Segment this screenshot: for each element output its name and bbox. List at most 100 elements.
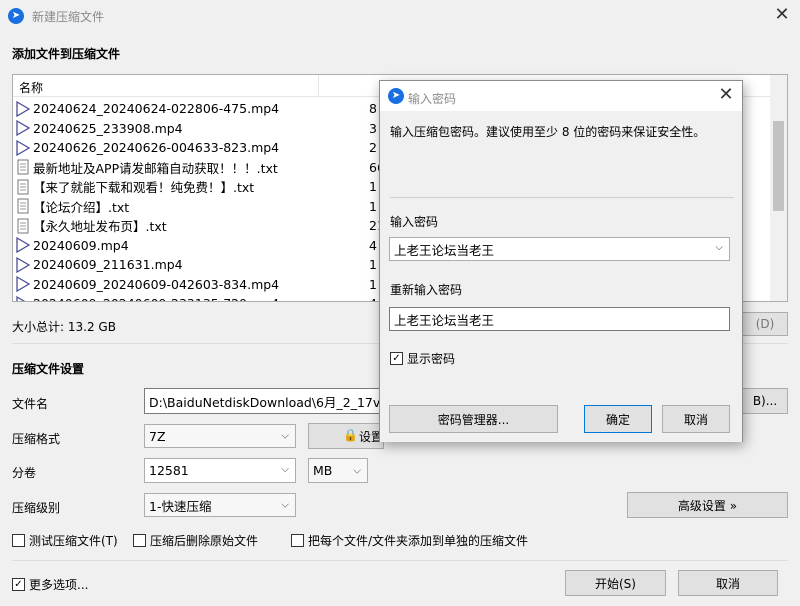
list-item[interactable]: 20240609_211631.mp4 1 [15,255,405,275]
password-manager-button[interactable]: 密码管理器... [389,405,558,433]
file-size: 1 [369,276,377,292]
split-size-input[interactable]: 12581 ⌵ [144,458,296,483]
start-button[interactable]: 开始(S) [565,570,666,596]
text-file-icon [15,179,31,195]
test-archive-checkbox[interactable] [12,534,25,547]
chevron-down-icon: ⌵ [353,465,361,476]
browse-button[interactable]: B)... [742,388,788,414]
divider [12,560,788,561]
video-file-icon [15,100,31,117]
list-item[interactable]: 20240609.mp4 4 [15,236,405,256]
column-separator [318,75,319,97]
separate-archives-checkbox[interactable] [291,534,304,547]
video-file-icon [15,276,31,293]
dialog-description-area: 输入压缩包密码。建议使用至少 8 位的密码来保证安全性。 [380,111,742,211]
text-file-icon [15,218,31,234]
file-name: 【论坛介绍】.txt [33,199,130,215]
column-name-header[interactable]: 名称 [19,79,43,96]
add-files-heading: 添加文件到压缩文件 [12,47,121,61]
file-list-scrollbar[interactable] [770,75,787,301]
password-dialog: ➤ 输入密码 ✕ 输入压缩包密码。建议使用至少 8 位的密码来保证安全性。 输入… [379,80,743,442]
file-size: 4 [369,296,377,301]
format-label: 压缩格式 [12,432,61,446]
list-item[interactable]: 20240624_20240624-022806-475.mp4 8 [15,99,405,119]
dialog-cancel-button[interactable]: 取消 [662,405,730,433]
file-name: 20240609_20240609-042603-834.mp4 [33,276,280,292]
close-icon[interactable]: ✕ [716,86,736,106]
confirm-password-label: 重新输入密码 [390,283,463,297]
list-item[interactable]: 20240626_20240626-004633-823.mp4 2 [15,138,405,158]
dialog-title-bar: ➤ 输入密码 ✕ [380,81,742,111]
file-size: 1 [369,179,377,195]
file-size: 3 [369,120,377,136]
file-name: 【永久地址发布页】.txt [33,219,167,235]
list-item[interactable]: 【永久地址发布页】.txt 21 [15,216,405,236]
show-password-option[interactable]: ✓ 显示密码 [390,350,455,367]
set-password-button[interactable]: 🔒 设置 [308,423,384,449]
split-label: 分卷 [12,466,37,480]
password-input[interactable]: 上老王论坛当老王 ⌵ [389,237,730,261]
title-bar: ➤ 新建压缩文件 ✕ [0,0,800,32]
delete-button[interactable]: (D) [742,312,788,336]
password-value: 上老王论坛当老王 [394,242,495,258]
list-item[interactable]: 最新地址及APP请发邮箱自动获取！！！.txt 66 [15,158,405,178]
divider [390,197,734,198]
level-label: 压缩级别 [12,501,61,515]
file-name: 20240609.mp4 [33,237,129,253]
video-file-icon [15,256,31,273]
format-select[interactable]: 7Z ⌵ [144,424,296,448]
filename-input[interactable]: D:\BaiduNetdiskDownload\6月_2_17v\6 [144,388,384,414]
delete-after-option[interactable]: 压缩后删除原始文件 [133,532,258,549]
settings-heading: 压缩文件设置 [12,362,85,376]
file-name: 【来了就能下载和观看！纯免费！】.txt [33,180,255,196]
level-select[interactable]: 1-快速压缩 ⌵ [144,493,296,517]
file-name: 20240609_211631.mp4 [33,257,183,273]
test-archive-label: 测试压缩文件(T) [29,534,118,548]
app-logo-icon: ➤ [8,8,24,24]
app-logo-icon: ➤ [388,88,404,104]
test-archive-option[interactable]: 测试压缩文件(T) [12,532,118,549]
total-size: 大小总计: 13.2 GB [12,320,116,334]
more-options-checkbox[interactable]: ✓ [12,578,25,591]
more-options-label: 更多选项... [29,578,89,592]
ok-button[interactable]: 确定 [584,405,652,433]
file-name: 20240624_20240624-022806-475.mp4 [33,101,280,117]
list-item[interactable]: 【论坛介绍】.txt 1 [15,197,405,217]
text-file-icon [15,198,31,214]
list-item[interactable]: 20240625_233908.mp4 3 [15,119,405,139]
file-size: 1 [369,198,377,214]
delete-after-label: 压缩后删除原始文件 [150,534,259,548]
show-password-label: 显示密码 [407,352,456,366]
split-unit-select[interactable]: MB ⌵ [308,458,368,483]
scrollbar-thumb[interactable] [773,121,784,211]
file-size: 4 [369,237,377,253]
list-item[interactable]: 20240609_20240609-233135-729.mp4 4 [15,294,405,301]
advanced-settings-button[interactable]: 高级设置 » [627,492,788,518]
chevron-down-icon: ⌵ [281,464,289,475]
cancel-button[interactable]: 取消 [678,570,778,596]
file-size: 2 [369,140,377,156]
confirm-password-input[interactable]: 上老王论坛当老王 [389,307,730,331]
level-value: 1-快速压缩 [149,498,212,514]
video-file-icon [15,139,31,156]
file-size: 8 [369,101,377,117]
separate-archives-label: 把每个文件/文件夹添加到单独的压缩文件 [308,534,529,548]
dialog-description: 输入压缩包密码。建议使用至少 8 位的密码来保证安全性。 [390,125,706,139]
separate-archives-option[interactable]: 把每个文件/文件夹添加到单独的压缩文件 [291,532,528,549]
split-size-value: 12581 [149,463,189,478]
video-file-icon [15,237,31,254]
more-options-option[interactable]: ✓ 更多选项... [12,576,88,593]
file-name: 20240609_20240609-233135-729.mp4 [33,296,279,301]
chevron-down-icon: ⌵ [281,430,289,442]
chevron-down-icon: ⌵ [281,499,289,511]
delete-after-checkbox[interactable] [133,534,146,547]
list-item[interactable]: 20240609_20240609-042603-834.mp4 1 [15,275,405,295]
format-value: 7Z [149,428,166,444]
chevron-down-icon[interactable]: ⌵ [715,242,723,253]
split-unit-value: MB [313,463,333,478]
show-password-checkbox[interactable]: ✓ [390,352,403,365]
close-icon[interactable]: ✕ [772,6,792,26]
file-name: 20240626_20240626-004633-823.mp4 [33,140,280,156]
video-file-icon [15,120,31,137]
list-item[interactable]: 【来了就能下载和观看！纯免费！】.txt 1 [15,177,405,197]
